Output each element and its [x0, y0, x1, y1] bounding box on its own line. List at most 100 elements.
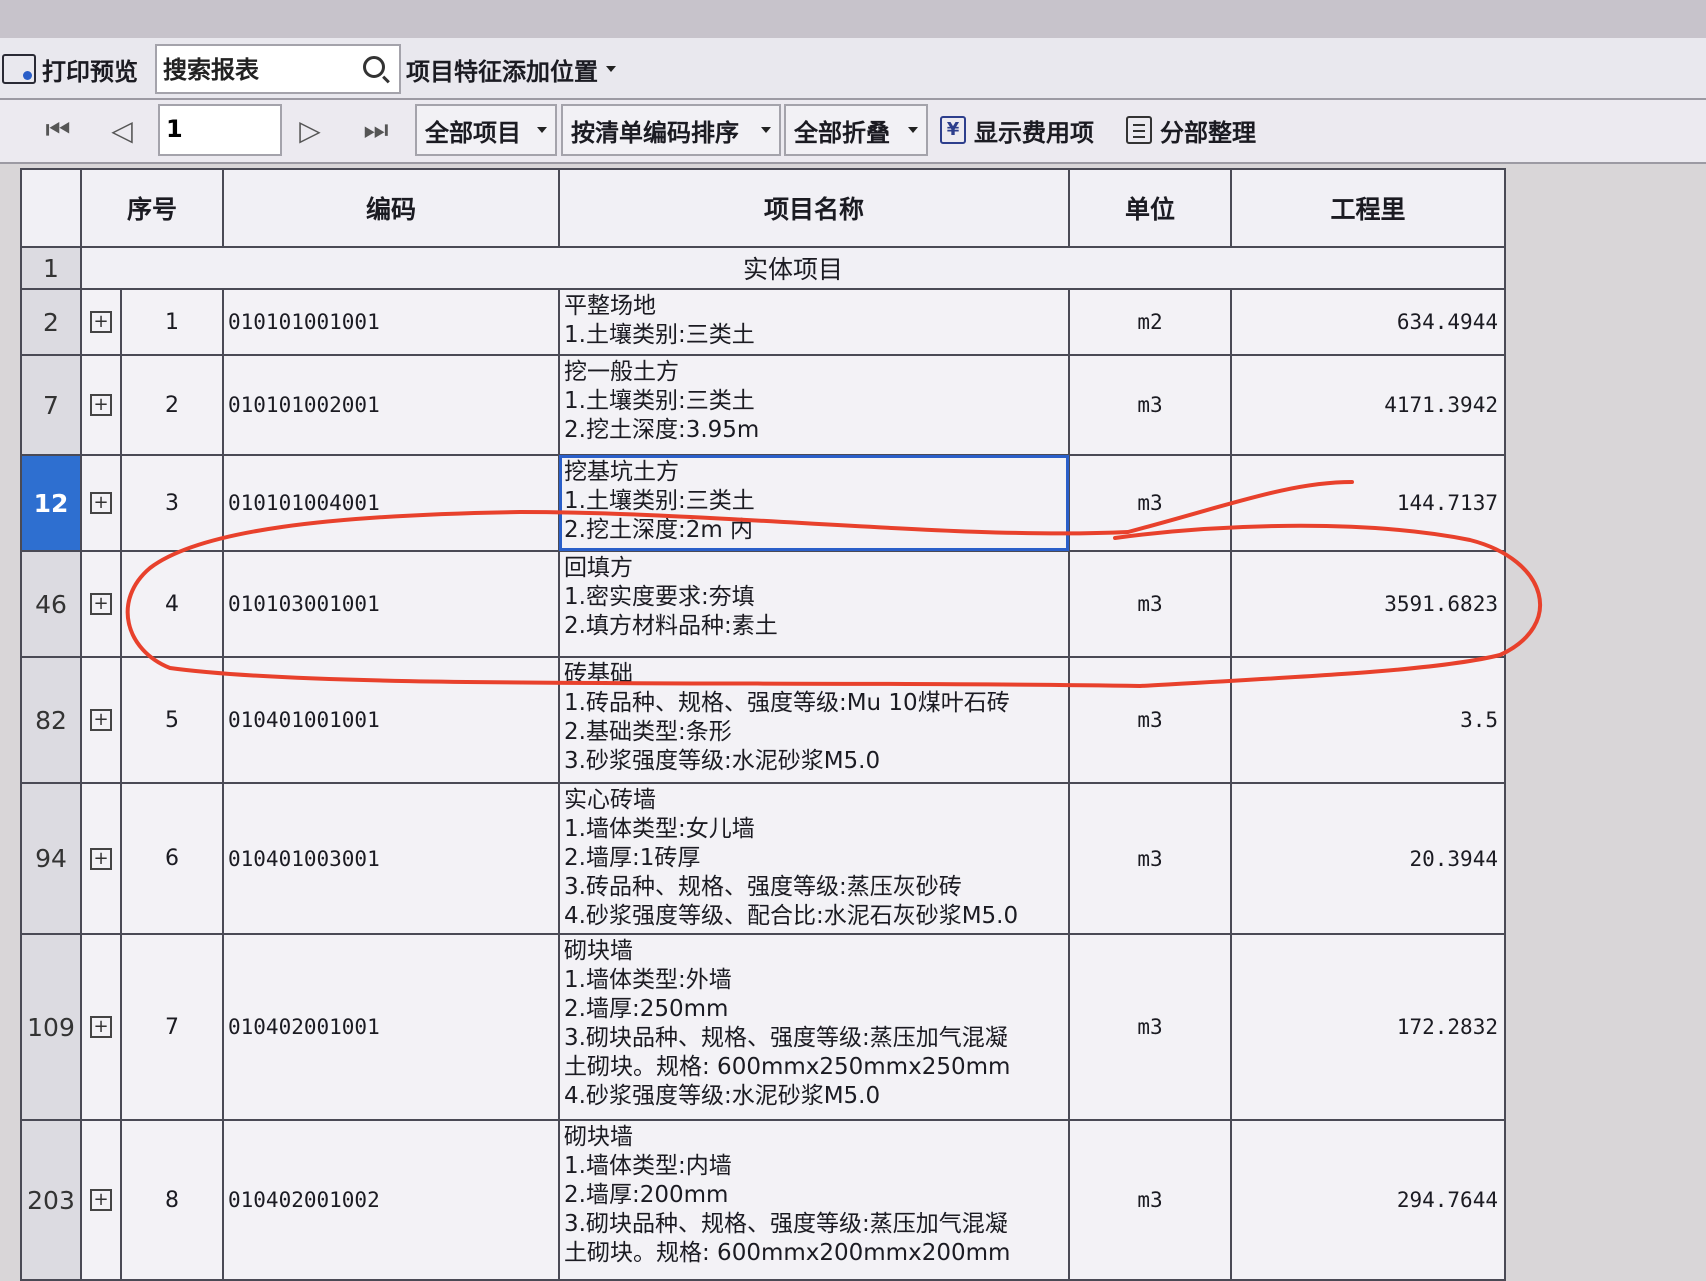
quantity-cell[interactable]: 634.4944 — [1230, 288, 1506, 356]
item-name-cell[interactable]: 砖基础 1.砖品种、规格、强度等级:Mu 10煤叶石砖 2.基础类型:条形 3.砂浆强… — [558, 656, 1070, 784]
item-name-cell[interactable]: 砌块墙 1.墙体类型:外墙 2.墙厚:250mm 3.砌块品种、规格、强度等级:蒸压加… — [558, 933, 1070, 1121]
search-icon[interactable] — [363, 56, 385, 78]
expand-plus-icon[interactable]: + — [90, 1016, 112, 1038]
code-cell[interactable]: 010101001001 — [222, 288, 560, 356]
unit-cell[interactable]: m3 — [1068, 933, 1232, 1121]
item-name-line: 3.砌块品种、规格、强度等级:蒸压加气混凝 — [564, 1211, 1008, 1237]
row-number[interactable]: 12 — [20, 454, 82, 552]
bill-of-quantities-table: 序号 编码 项目名称 单位 工程里 1 实体项目 2 +1 010101001001… — [20, 168, 1506, 1281]
row-number[interactable]: 94 — [20, 782, 82, 935]
row-number[interactable]: 7 — [20, 354, 82, 456]
quantity-cell[interactable]: 294.7644 — [1230, 1119, 1506, 1281]
seq-cell: 2 — [120, 354, 224, 456]
unit-cell[interactable]: m3 — [1068, 454, 1232, 552]
table-row[interactable]: 203 +8 010402001002 砌块墙 1.墙体类型:内墙 2.墙厚:200mm 3… — [20, 1119, 1506, 1281]
code-cell[interactable]: 010401001001 — [222, 656, 560, 784]
row-number[interactable]: 109 — [20, 933, 82, 1121]
row-number[interactable]: 203 — [20, 1119, 82, 1281]
expand-plus-icon[interactable]: + — [90, 1189, 112, 1211]
show-fee-button[interactable]: ¥ 显示费用项 — [940, 112, 1094, 148]
row-number-header — [20, 168, 82, 248]
row-number[interactable]: 46 — [20, 550, 82, 658]
filter-dropdown[interactable]: 全部项目 — [415, 104, 557, 156]
table-row[interactable]: 94 +6 010401003001 实心砖墙 1.墙体类型:女儿墙 2.墙厚:1砖厚 3.… — [20, 782, 1506, 935]
unit-cell[interactable]: m3 — [1068, 550, 1232, 658]
item-name-cell[interactable]: 实心砖墙 1.墙体类型:女儿墙 2.墙厚:1砖厚 3.砖品种、规格、强度等级:蒸压灰砂… — [558, 782, 1070, 935]
report-toolbar: 打印预览 项目特征添加位置 — [0, 38, 1706, 100]
expand-plus-icon[interactable]: + — [90, 593, 112, 615]
row-number[interactable]: 2 — [20, 288, 82, 356]
expand-plus-icon[interactable]: + — [90, 394, 112, 416]
print-preview-button[interactable]: 打印预览 — [2, 52, 138, 86]
quantity-cell[interactable]: 4171.3942 — [1230, 354, 1506, 456]
code-cell[interactable]: 010402001001 — [222, 933, 560, 1121]
group-row[interactable]: 1 实体项目 — [20, 246, 1506, 290]
quantity-cell[interactable]: 3591.6823 — [1230, 550, 1506, 658]
last-page-icon[interactable]: ⏭ — [358, 110, 394, 150]
unit-cell[interactable]: m3 — [1068, 354, 1232, 456]
item-name-cell[interactable]: 挖基坑土方 1.土壤类别:三类土 2.挖土深度:2m 内 — [558, 454, 1070, 552]
table-row[interactable]: 109 +7 010402001001 砌块墙 1.墙体类型:外墙 2.墙厚:250mm 3… — [20, 933, 1506, 1121]
unit-cell[interactable]: m2 — [1068, 288, 1232, 356]
quantity-cell[interactable]: 144.7137 — [1230, 454, 1506, 552]
section-tidy-button[interactable]: 分部整理 — [1126, 112, 1256, 148]
item-name-line: 土砌块。规格: 600mmx250mmx250mm — [564, 1054, 1011, 1080]
item-name-cell[interactable]: 砌块墙 1.墙体类型:内墙 2.墙厚:200mm 3.砌块品种、规格、强度等级:蒸压加… — [558, 1119, 1070, 1281]
unit-cell[interactable]: m3 — [1068, 656, 1232, 784]
first-page-icon[interactable]: ⏮ — [40, 110, 76, 150]
code-cell[interactable]: 010101004001 — [222, 454, 560, 552]
table-row[interactable]: 2 +1 010101001001 平整场地 1.土壤类别:三类土 m2 634.4944 — [20, 288, 1506, 356]
row-number[interactable]: 1 — [20, 246, 82, 290]
item-name-cell[interactable]: 回填方 1.密实度要求:夯填 2.填方材料品种:素土 — [558, 550, 1070, 658]
collapse-dropdown[interactable]: 全部折叠 — [784, 104, 928, 156]
item-name-line: 2.挖土深度:3.95m — [564, 417, 760, 443]
seq-header[interactable]: 序号 — [80, 168, 224, 248]
unit-cell[interactable]: m3 — [1068, 1119, 1232, 1281]
row-number[interactable]: 82 — [20, 656, 82, 784]
print-preview-icon — [2, 54, 36, 84]
item-name-line: 实心砖墙 — [564, 787, 656, 813]
expand-plus-icon[interactable]: + — [90, 311, 112, 333]
item-name-cell[interactable]: 平整场地 1.土壤类别:三类土 — [558, 288, 1070, 356]
page-number-input[interactable] — [160, 106, 268, 152]
quantity-cell[interactable]: 20.3944 — [1230, 782, 1506, 935]
item-name-line: 3.砖品种、规格、强度等级:蒸压灰砂砖 — [564, 874, 962, 900]
item-name-line: 1.土壤类别:三类土 — [564, 322, 755, 348]
feature-position-dropdown[interactable]: 项目特征添加位置 — [406, 44, 676, 94]
quantity-cell[interactable]: 172.2832 — [1230, 933, 1506, 1121]
qty-header[interactable]: 工程里 — [1230, 168, 1506, 248]
seq-cell: 3 — [120, 454, 224, 552]
page-number-box — [158, 104, 282, 156]
expand-cell: + — [80, 933, 122, 1121]
previous-page-icon[interactable]: ◁ — [104, 110, 140, 150]
code-cell[interactable]: 010401003001 — [222, 782, 560, 935]
code-cell[interactable]: 010103001001 — [222, 550, 560, 658]
name-header[interactable]: 项目名称 — [558, 168, 1070, 248]
seq-cell: 1 — [120, 288, 224, 356]
expand-cell: + — [80, 354, 122, 456]
unit-cell[interactable]: m3 — [1068, 782, 1232, 935]
feature-position-label: 项目特征添加位置 — [406, 57, 598, 86]
quantity-cell[interactable]: 3.5 — [1230, 656, 1506, 784]
report-search-input[interactable] — [161, 52, 355, 88]
expand-plus-icon[interactable]: + — [90, 492, 112, 514]
table-row[interactable]: 7 +2 010101002001 挖一般土方 1.土壤类别:三类土 2.挖土深度:3.9… — [20, 354, 1506, 456]
item-name-line: 1.土壤类别:三类土 — [564, 488, 755, 514]
sort-dropdown[interactable]: 按清单编码排序 — [561, 104, 781, 156]
table-row[interactable]: 12 +3 010101004001 挖基坑土方 1.土壤类别:三类土 2.挖土深度:2m… — [20, 454, 1506, 552]
expand-plus-icon[interactable]: + — [90, 847, 112, 870]
code-cell[interactable]: 010402001002 — [222, 1119, 560, 1281]
code-cell[interactable]: 010101002001 — [222, 354, 560, 456]
group-title: 实体项目 — [80, 246, 1506, 290]
expand-plus-icon[interactable]: + — [90, 709, 112, 731]
table-row[interactable]: 46 +4 010103001001 回填方 1.密实度要求:夯填 2.填方材料品种:素土… — [20, 550, 1506, 658]
item-name-line: 2.填方材料品种:素土 — [564, 613, 778, 639]
item-name-cell[interactable]: 挖一般土方 1.土壤类别:三类土 2.挖土深度:3.95m — [558, 354, 1070, 456]
table-header-row: 序号 编码 项目名称 单位 工程里 — [20, 168, 1506, 248]
expand-cell: + — [80, 288, 122, 356]
item-name-line: 3.砂浆强度等级:水泥砂浆M5.0 — [564, 748, 881, 774]
table-row[interactable]: 82 +5 010401001001 砖基础 1.砖品种、规格、强度等级:Mu 10煤叶… — [20, 656, 1506, 784]
unit-header[interactable]: 单位 — [1068, 168, 1232, 248]
code-header[interactable]: 编码 — [222, 168, 560, 248]
next-page-icon[interactable]: ▷ — [292, 110, 328, 150]
